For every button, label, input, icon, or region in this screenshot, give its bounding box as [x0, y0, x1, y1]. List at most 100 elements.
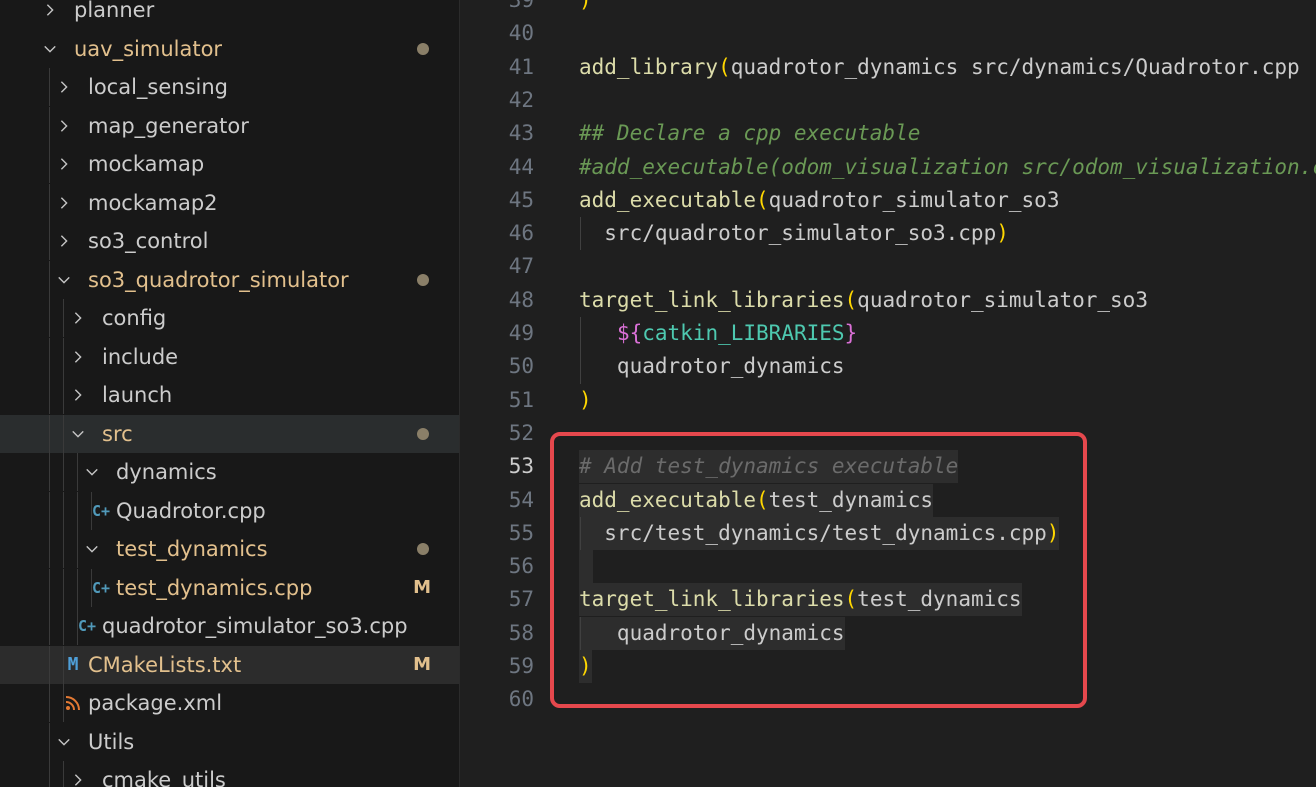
indent-guide — [49, 106, 50, 145]
explorer-item[interactable]: C+ test_dynamics.cpp M — [0, 568, 459, 607]
explorer-item-label: launch — [102, 383, 173, 407]
code-line[interactable]: 47 — [460, 250, 1316, 283]
explorer-item[interactable]: local_sensing — [0, 68, 459, 106]
explorer-item[interactable]: mockamap2 — [0, 183, 459, 222]
chevron-down-icon[interactable] — [68, 415, 88, 453]
chevron-right-icon[interactable] — [40, 0, 60, 29]
code-text: #add_executable(odom_visualization src/o… — [579, 151, 1316, 184]
explorer-item-label: planner — [74, 0, 155, 22]
code-token: ( — [718, 54, 731, 79]
explorer-item[interactable]: M CMakeLists.txt M — [0, 645, 459, 684]
explorer-item[interactable]: planner — [0, 0, 459, 29]
explorer-item-label: include — [102, 344, 179, 369]
indent-guide — [63, 568, 64, 607]
explorer-item[interactable]: package.xml — [0, 684, 459, 722]
chevron-down-icon[interactable] — [82, 530, 102, 568]
explorer-item-label: CMakeLists.txt — [88, 652, 242, 677]
code-line[interactable]: 49 ${catkin_LIBRARIES} — [460, 317, 1316, 350]
chevron-down-icon[interactable] — [40, 30, 60, 68]
indent-guide — [63, 491, 64, 530]
explorer-item[interactable]: so3_quadrotor_simulator — [0, 260, 459, 299]
code-text: quadrotor_dynamics — [579, 350, 845, 383]
explorer-item[interactable]: launch — [0, 376, 459, 414]
explorer-item[interactable]: uav_simulator — [0, 30, 459, 68]
chevron-right-icon[interactable] — [68, 299, 88, 337]
explorer-item[interactable]: src — [0, 414, 459, 453]
indent-guide — [77, 530, 78, 568]
chevron-down-icon[interactable] — [82, 453, 102, 491]
code-line[interactable]: 40 — [460, 17, 1316, 50]
line-number: 43 — [508, 121, 534, 146]
code-token: catkin_LIBRARIES — [642, 321, 845, 345]
explorer-item[interactable]: C+ Quadrotor.cpp — [0, 491, 459, 530]
chevron-down-icon[interactable] — [54, 261, 74, 299]
explorer-item[interactable]: include — [0, 337, 459, 376]
chevron-right-icon[interactable] — [54, 107, 74, 145]
explorer-item-label: dynamics — [116, 460, 217, 484]
code-line[interactable]: 50 quadrotor_dynamics — [460, 350, 1316, 383]
code-line[interactable]: 45 add_executable(quadrotor_simulator_so3 — [460, 184, 1316, 217]
line-number: 55 — [508, 520, 534, 545]
indent-guide — [63, 337, 64, 376]
explorer-item-label: src — [102, 421, 133, 446]
indent-guide — [49, 222, 50, 260]
explorer-item[interactable]: config — [0, 299, 459, 337]
explorer-item[interactable]: test_dynamics — [0, 530, 459, 568]
code-text: ) — [579, 0, 592, 17]
explorer-item[interactable]: map_generator — [0, 106, 459, 145]
explorer-item[interactable]: Utils — [0, 722, 459, 761]
line-number: 51 — [508, 387, 534, 412]
line-number: 56 — [508, 554, 534, 579]
indent-guide — [77, 568, 78, 607]
indent-guide — [63, 299, 64, 337]
explorer-item-label: test_dynamics — [116, 537, 268, 561]
indent-guide — [63, 761, 64, 787]
code-line[interactable]: 43 ## Declare a cpp executable — [460, 117, 1316, 150]
explorer-item[interactable]: so3_control — [0, 222, 459, 260]
code-line[interactable]: 51) — [460, 384, 1316, 417]
indent-guide — [49, 645, 50, 684]
cpp-file-icon: C+ — [91, 578, 111, 597]
chevron-right-icon[interactable] — [54, 184, 74, 222]
git-modified-badge: M — [413, 653, 431, 675]
code-token: ) — [579, 387, 592, 412]
modified-dot-icon — [417, 42, 429, 55]
code-token: ) — [996, 221, 1009, 246]
explorer-item[interactable]: mockamap — [0, 145, 459, 183]
chevron-right-icon[interactable] — [68, 761, 88, 787]
line-number: 42 — [508, 87, 534, 112]
code-line[interactable]: 48 target_link_libraries(quadrotor_simula… — [460, 284, 1316, 317]
explorer-item-label: mockamap — [88, 152, 205, 176]
line-number: 46 — [508, 221, 534, 246]
chevron-right-icon[interactable] — [54, 68, 74, 106]
git-modified-badge: M — [413, 576, 431, 598]
chevron-right-icon[interactable] — [68, 338, 88, 376]
file-explorer: planner uav_simulator local_sensing map_gen… — [0, 0, 459, 787]
chevron-right-icon[interactable] — [54, 222, 74, 260]
explorer-item-label: config — [102, 306, 167, 330]
line-number: 45 — [508, 187, 534, 212]
code-line[interactable]: 42 — [460, 84, 1316, 117]
indent-guide — [49, 530, 50, 568]
line-number: 47 — [508, 254, 534, 279]
code-token: ( — [756, 187, 769, 212]
code-text: add_library(quadrotor_dynamics src/dynam… — [579, 51, 1300, 84]
line-number: 50 — [508, 354, 534, 379]
explorer-item-label: test_dynamics.cpp — [116, 575, 313, 600]
line-number: 59 — [508, 654, 534, 678]
code-token: add_library — [579, 54, 719, 79]
explorer-item[interactable]: dynamics — [0, 453, 459, 491]
chevron-right-icon[interactable] — [68, 376, 88, 414]
explorer-item-label: cmake_utils — [102, 768, 226, 787]
indent-guide — [49, 183, 50, 222]
code-line[interactable]: 39) — [460, 0, 1316, 17]
explorer-item-label: map_generator — [88, 113, 249, 138]
chevron-right-icon[interactable] — [54, 145, 74, 183]
explorer-item[interactable]: cmake_utils — [0, 761, 459, 787]
code-line[interactable]: 46 src/quadrotor_simulator_so3.cpp) — [460, 217, 1316, 250]
code-line[interactable]: 41 add_library(quadrotor_dynamics src/dyn… — [460, 51, 1316, 84]
code-line[interactable]: 44 #add_executable(odom_visualization src… — [460, 151, 1316, 184]
chevron-down-icon[interactable] — [54, 723, 74, 761]
explorer-item[interactable]: C+ quadrotor_simulator_so3.cpp — [0, 607, 459, 645]
